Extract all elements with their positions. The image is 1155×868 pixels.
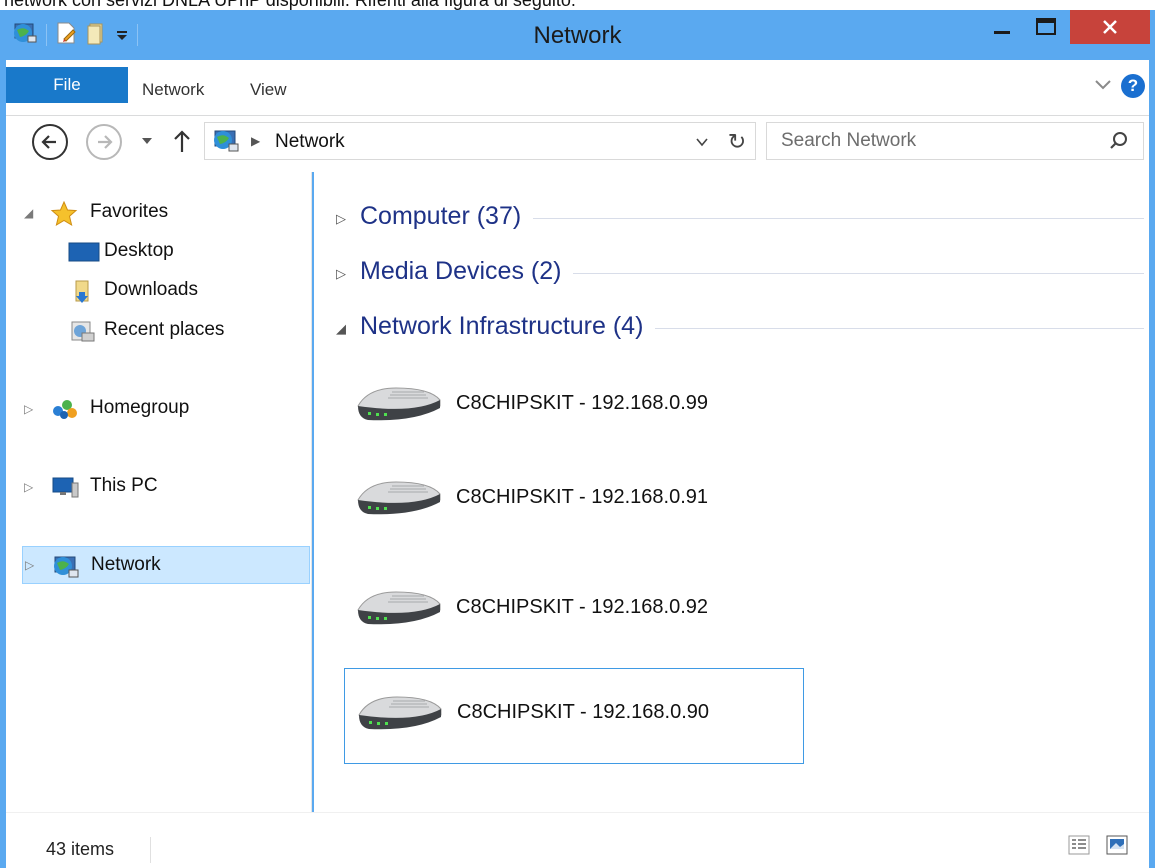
content-pane: ▷ Computer (37) ▷ Media Devices (2) ◢ Ne… [314,172,1149,812]
status-bar: 43 items [6,812,1149,868]
address-bar[interactable]: ▶ Network ↻ [204,122,756,160]
breadcrumb-arrow-icon[interactable]: ▶ [251,134,260,148]
item-count: 43 items [46,839,115,859]
group-title: Media Devices (2) [360,257,574,286]
group-header-network-infrastructure[interactable]: ◢ Network Infrastructure (4) [330,310,1144,346]
back-button[interactable] [32,124,68,160]
status-separator [150,837,151,863]
collapsed-arrow-icon[interactable]: ▷ [24,402,33,416]
maximize-button[interactable] [1026,10,1066,44]
sidebar-item-downloads[interactable]: Downloads [6,272,312,310]
forward-button[interactable] [86,124,122,160]
desktop-icon [68,240,100,264]
title-bar[interactable]: Network [0,10,1155,60]
device-label: C8CHIPSKIT - 192.168.0.90 [457,701,709,723]
sidebar-item-label: Recent places [104,319,225,340]
refresh-icon[interactable]: ↻ [721,128,753,156]
group-header-media-devices[interactable]: ▷ Media Devices (2) [330,255,1144,291]
expanded-arrow-icon[interactable]: ◢ [24,206,33,220]
up-arrow-icon[interactable] [172,128,192,161]
large-icons-view-icon[interactable] [1106,835,1128,860]
tab-view[interactable]: View [250,80,287,100]
computer-icon [50,475,79,499]
router-icon [354,382,442,429]
sidebar-item-label: Desktop [104,240,174,261]
sidebar-item-label: Network [91,554,161,575]
device-item-selected[interactable]: C8CHIPSKIT - 192.168.0.90 [344,668,804,764]
device-label: C8CHIPSKIT - 192.168.0.92 [456,596,708,618]
sidebar-item-recent-places[interactable]: Recent places [6,312,312,350]
router-icon [354,586,442,633]
explorer-window: Network File Network View ? ▶ Network ↻ … [0,10,1155,868]
group-header-computer[interactable]: ▷ Computer (37) [330,200,1144,236]
device-item[interactable]: C8CHIPSKIT - 192.168.0.92 [344,564,804,656]
help-button[interactable]: ? [1121,74,1145,98]
sidebar-item-label: Favorites [90,201,169,222]
sidebar-item-label: This PC [90,475,158,496]
sidebar-item-homegroup[interactable]: ▷ Homegroup [6,390,312,428]
sidebar-item-label: Downloads [104,279,198,300]
breadcrumb-network[interactable]: Network [275,131,345,153]
collapsed-arrow-icon[interactable]: ▷ [336,211,346,227]
minimize-button[interactable] [980,10,1024,44]
sidebar-item-network[interactable]: ▷ Network [22,546,310,584]
back-arrow-icon [41,135,56,149]
forward-arrow-icon [98,135,113,149]
expanded-arrow-icon[interactable]: ◢ [336,321,346,337]
sidebar-item-favorites[interactable]: ◢ Favorites [6,194,312,232]
homegroup-icon [50,397,77,421]
tab-network[interactable]: Network [142,80,204,100]
network-globe-icon [211,128,241,159]
expand-ribbon-chevron-icon[interactable] [1093,74,1113,99]
collapsed-arrow-icon[interactable]: ▷ [336,266,346,282]
navigation-bar: ▶ Network ↻ [6,116,1149,172]
details-view-icon[interactable] [1068,835,1090,860]
ribbon: File Network View ? [6,60,1149,116]
search-box [766,122,1144,160]
sidebar-item-label: Homegroup [90,397,190,418]
close-button[interactable] [1070,10,1150,44]
network-globe-icon [51,554,79,578]
address-history-chevron-icon[interactable] [695,135,709,154]
sidebar-item-this-pc[interactable]: ▷ This PC [6,468,312,506]
collapsed-arrow-icon[interactable]: ▷ [24,480,33,494]
group-title: Computer (37) [360,202,534,231]
device-label: C8CHIPSKIT - 192.168.0.91 [456,486,708,508]
tab-file[interactable]: File [6,67,128,103]
router-icon [354,476,442,523]
search-icon[interactable] [1109,131,1129,156]
device-item[interactable]: C8CHIPSKIT - 192.168.0.91 [344,454,804,546]
navigation-pane: ◢ Favorites Desktop Downloads Recent pla… [6,172,312,812]
recent-places-icon [68,319,95,343]
search-input[interactable] [767,123,1097,159]
background-caption-text: network con servizi DNLA UPnP disponibil… [4,0,576,10]
device-item[interactable]: C8CHIPSKIT - 192.168.0.99 [344,360,804,452]
sidebar-item-desktop[interactable]: Desktop [6,233,312,271]
collapsed-arrow-icon[interactable]: ▷ [25,558,34,572]
star-icon [50,200,78,227]
maximize-icon [1036,18,1056,35]
recent-locations-icon[interactable] [140,134,154,153]
router-icon [355,691,443,738]
close-icon [1103,20,1117,34]
device-label: C8CHIPSKIT - 192.168.0.99 [456,392,708,414]
minimize-icon [994,31,1010,34]
downloads-folder-icon [68,279,94,303]
group-title: Network Infrastructure (4) [360,312,656,341]
